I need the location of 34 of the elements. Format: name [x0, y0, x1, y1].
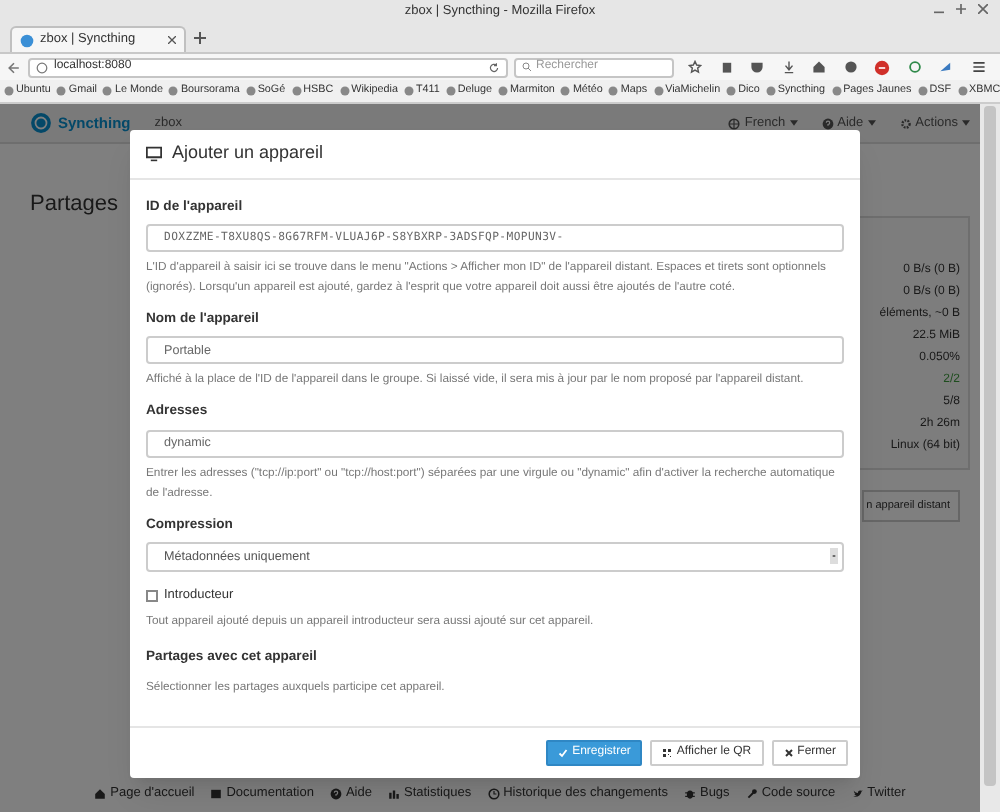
maximize-icon[interactable]: [956, 4, 966, 14]
bar-chart-icon: [387, 787, 400, 800]
wrench-icon: [745, 787, 758, 800]
dropdown-icon: [830, 546, 838, 567]
menu-icon[interactable]: [971, 60, 986, 74]
star-icon[interactable]: [688, 60, 703, 74]
monitor-icon: [146, 146, 162, 162]
scrollbar-thumb[interactable]: [984, 106, 996, 786]
home-icon[interactable]: [812, 60, 827, 74]
logo-icon: [30, 112, 52, 134]
bug-icon: [683, 787, 696, 800]
caret-icon: [867, 120, 876, 126]
close-icon: [783, 747, 794, 758]
close-icon[interactable]: [978, 4, 988, 14]
close-icon[interactable]: [168, 36, 176, 44]
qr-code-icon: [662, 747, 673, 758]
caret-icon: [789, 120, 798, 126]
new-tab-icon[interactable]: [194, 32, 206, 44]
download-icon[interactable]: [781, 60, 796, 74]
reload-icon[interactable]: [488, 61, 500, 73]
search-icon: [522, 62, 532, 72]
help-icon: [329, 787, 342, 800]
back-icon[interactable]: [6, 59, 22, 75]
info-icon: [36, 61, 48, 73]
clock-icon: [487, 787, 500, 800]
caret-icon: [962, 120, 970, 126]
check-icon: [558, 747, 569, 758]
bird-icon: [851, 787, 864, 800]
book-icon: [210, 787, 223, 800]
dialog-title: Ajouter un appareil: [172, 140, 324, 167]
checkbox[interactable]: [146, 589, 158, 602]
stop-icon[interactable]: [874, 59, 891, 75]
home-icon: [94, 787, 107, 800]
settings-icon: [899, 117, 912, 129]
